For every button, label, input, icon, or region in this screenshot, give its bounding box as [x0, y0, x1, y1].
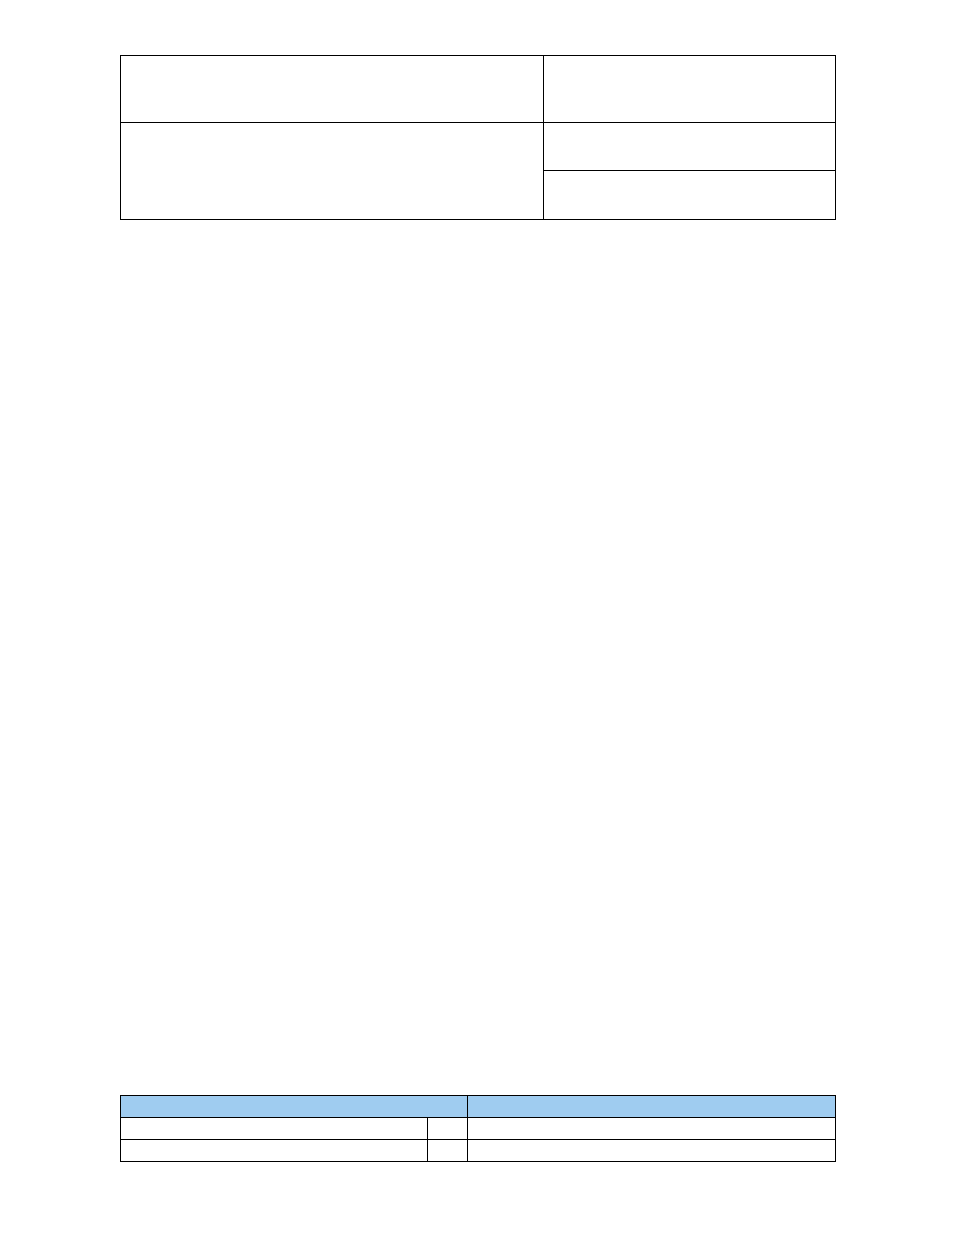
table-cell — [427, 1140, 467, 1162]
table-cell — [544, 123, 836, 171]
table-cell — [467, 1118, 836, 1140]
table-cell — [121, 123, 544, 220]
table-header-cell — [121, 1096, 468, 1118]
table-cell — [121, 1140, 428, 1162]
table-row — [121, 1118, 836, 1140]
table-row — [121, 1140, 836, 1162]
table-row — [121, 123, 836, 171]
table-header-cell — [467, 1096, 836, 1118]
table-cell — [467, 1140, 836, 1162]
table-cell — [121, 1118, 428, 1140]
table-row — [121, 56, 836, 123]
lower-table — [120, 1095, 836, 1162]
table-cell — [544, 171, 836, 220]
upper-table — [120, 55, 836, 220]
table-header-row — [121, 1096, 836, 1118]
table-cell — [544, 56, 836, 123]
table-cell — [121, 56, 544, 123]
table-cell — [427, 1118, 467, 1140]
